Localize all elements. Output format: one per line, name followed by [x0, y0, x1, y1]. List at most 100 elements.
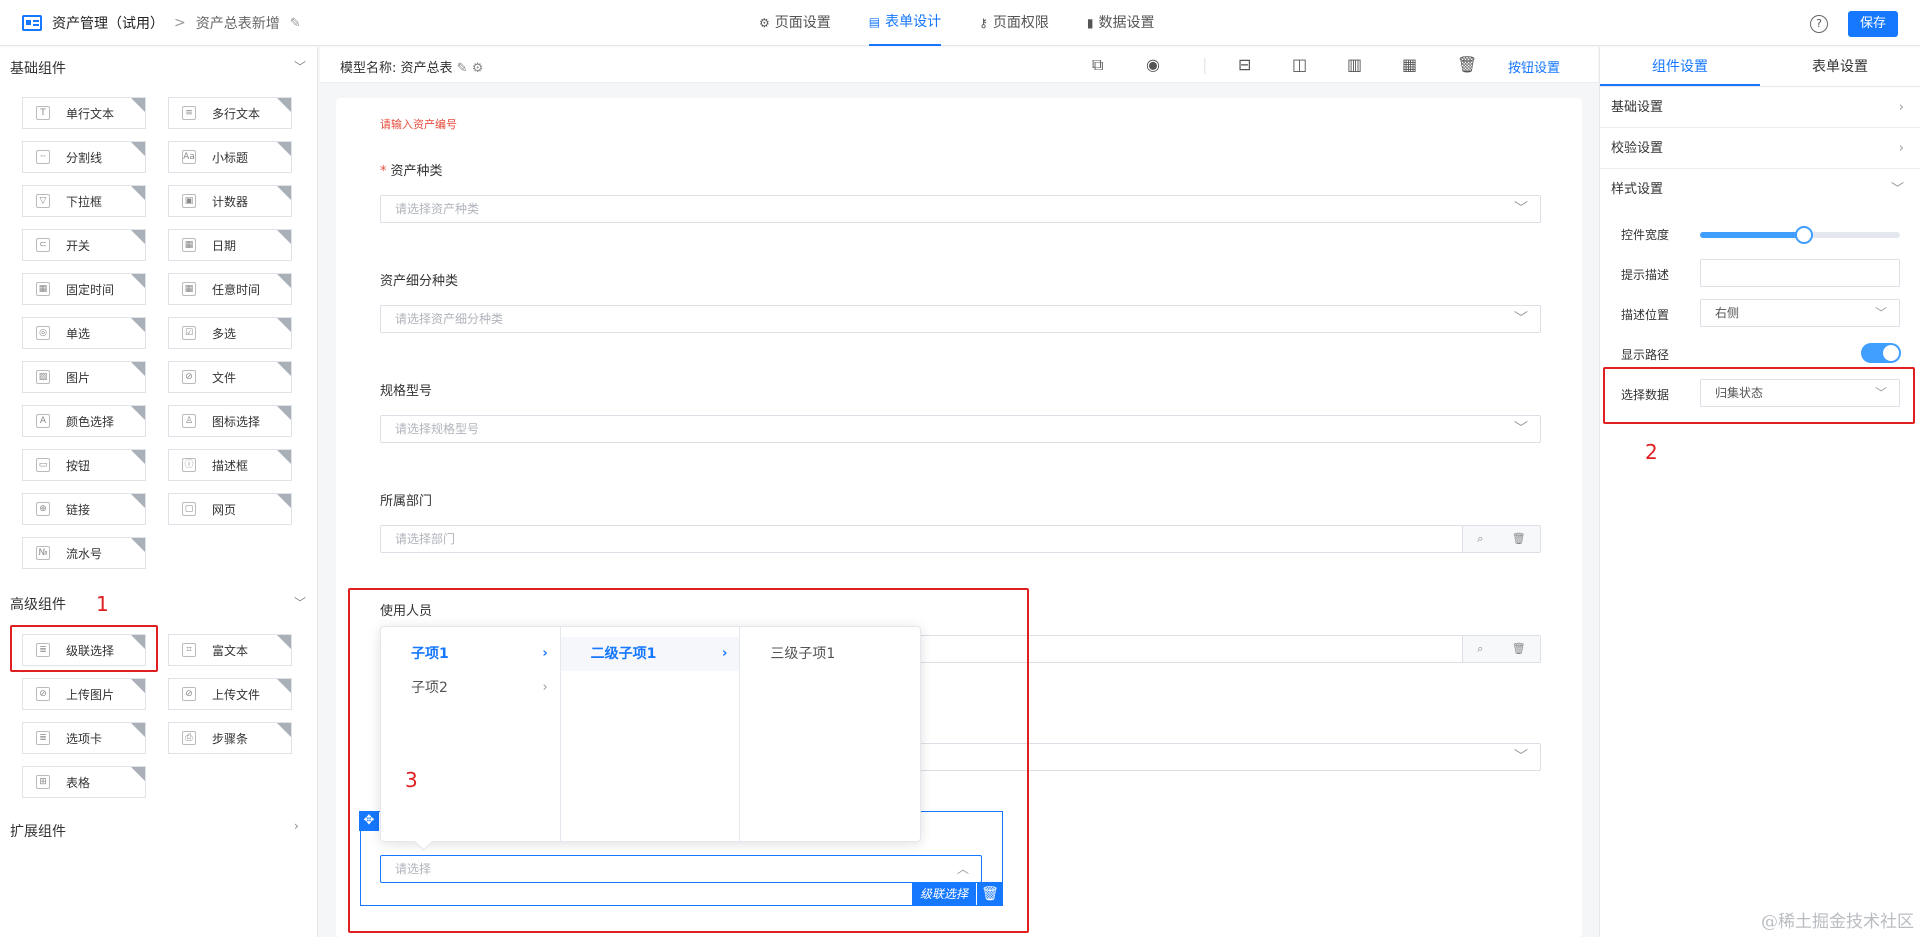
component-icon: ▨	[36, 370, 50, 384]
section-basic-settings[interactable]: 基础设置 ›	[1600, 87, 1920, 128]
app-title: 资产管理（试用）	[52, 16, 164, 32]
component-item[interactable]: ▦ 固定时间	[22, 273, 146, 305]
component-item[interactable]: Aa 小标题	[168, 141, 292, 173]
asset-type-select[interactable]: 请选择资产种类 ﹀	[380, 195, 1541, 223]
component-icon: ⎙	[182, 731, 196, 745]
edit-pencil-icon[interactable]: ✎	[457, 61, 468, 76]
chevron-right-icon[interactable]: ›	[294, 819, 299, 833]
group-title-basic[interactable]: 基础组件	[10, 58, 66, 78]
slider-fill	[1700, 232, 1804, 238]
component-item[interactable]: ▭ 按钮	[22, 449, 146, 481]
component-item[interactable]: ♙ 图标选择	[168, 405, 292, 437]
edit-pencil-icon[interactable]: ✎	[290, 16, 301, 31]
spec-model-select[interactable]: 请选择规格型号 ﹀	[380, 415, 1541, 443]
component-item[interactable]: ▦ 任意时间	[168, 273, 292, 305]
width-slider[interactable]	[1700, 226, 1900, 244]
component-label: 日期	[212, 238, 237, 253]
component-item[interactable]: ⊂ 开关	[22, 229, 146, 261]
component-item[interactable]: ▣ 计数器	[168, 185, 292, 217]
layout-3col-icon[interactable]: ▥	[1347, 55, 1362, 74]
select-placeholder: 请选择规格型号	[395, 422, 480, 436]
component-item[interactable]: A 颜色选择	[22, 405, 146, 437]
tab-component-settings[interactable]: 组件设置	[1600, 47, 1760, 86]
help-icon[interactable]: ?	[1809, 15, 1828, 33]
component-item[interactable]: ▦ 日期	[168, 229, 292, 261]
asset-subtype-select[interactable]: 请选择资产细分种类 ﹀	[380, 305, 1541, 333]
component-icon: ┄	[36, 150, 50, 164]
chevron-down-icon[interactable]: ﹀	[294, 58, 306, 75]
section-title: 校验设置	[1611, 141, 1664, 156]
component-label: 上传文件	[212, 687, 261, 702]
component-item[interactable]: ⊞ 表格	[22, 766, 146, 798]
tab-page-settings[interactable]: ⚙ 页面设置	[759, 0, 831, 46]
trash-icon[interactable]: 🗑	[1512, 636, 1526, 662]
tab-form-settings[interactable]: 表单设置	[1760, 47, 1920, 86]
slider-knob[interactable]	[1795, 226, 1813, 244]
annotation-number-1: 1	[96, 592, 109, 616]
component-item[interactable]: № 流水号	[22, 537, 146, 569]
top-bar: 资产管理（试用） > 资产总表新增 ✎ ⚙ 页面设置 ▤ 表单设计 ⚷ 页面权限 ▮ 数…	[0, 0, 1920, 46]
layout-2col-icon[interactable]: ◫	[1292, 55, 1307, 74]
component-item[interactable]: ⊘ 文件	[168, 361, 292, 393]
button-settings-link[interactable]: 按钮设置	[1508, 57, 1560, 76]
breadcrumb: 资产管理（试用） > 资产总表新增 ✎	[22, 13, 301, 33]
select-placeholder: 请选择资产种类	[395, 202, 480, 216]
component-item[interactable]: ▽ 下拉框	[22, 185, 146, 217]
component-icon: ⊘	[36, 687, 50, 701]
annotation-box-2	[1603, 367, 1915, 424]
component-item[interactable]: ⊘ 上传图片	[22, 678, 146, 710]
component-item[interactable]: ◎ 单选	[22, 317, 146, 349]
component-label: 图标选择	[212, 414, 261, 429]
trash-icon[interactable]: 🗑	[1457, 55, 1477, 74]
annotation-number-2: 2	[1645, 440, 1658, 464]
show-path-toggle[interactable]	[1861, 343, 1901, 363]
chevron-down-icon: ﹀	[1874, 306, 1887, 320]
component-item[interactable]: ☑ 多选	[168, 317, 292, 349]
tab-page-permission[interactable]: ⚷ 页面权限	[979, 0, 1049, 46]
component-item[interactable]: ▨ 图片	[22, 361, 146, 393]
hint-input[interactable]	[1700, 259, 1900, 287]
component-item[interactable]: ⊘ 上传文件	[168, 678, 292, 710]
component-item[interactable]: ⊕ 链接	[22, 493, 146, 525]
layout-4col-icon[interactable]: ▦	[1402, 55, 1417, 74]
field-label-asset-type: * 资产种类	[380, 160, 443, 179]
section-validation-settings[interactable]: 校验设置 ›	[1600, 128, 1920, 169]
component-item[interactable]: ▢ 网页	[168, 493, 292, 525]
field-label-spec-model: 规格型号	[380, 384, 433, 399]
component-icon: ⊕	[36, 502, 50, 516]
properties-panel: 组件设置 表单设置 基础设置 › 校验设置 › 样式设置 ﹀ 控件宽度 提示描述 描述…	[1599, 47, 1920, 937]
trash-icon[interactable]: 🗑	[1512, 526, 1526, 552]
component-label: 选项卡	[66, 731, 103, 746]
group-title-extension[interactable]: 扩展组件	[10, 821, 66, 841]
tab-data-settings[interactable]: ▮ 数据设置	[1087, 0, 1155, 46]
validation-error-text: 请输入资产编号	[380, 118, 457, 131]
save-button[interactable]: 保存	[1847, 11, 1898, 37]
component-item[interactable]: ⌗ 富文本	[168, 634, 292, 666]
section-style-settings[interactable]: 样式设置 ﹀	[1600, 169, 1920, 210]
prop-label-width: 控件宽度	[1621, 228, 1670, 242]
chevron-down-icon[interactable]: ﹀	[294, 594, 306, 611]
group-title-advanced[interactable]: 高级组件	[10, 594, 66, 614]
desc-position-select[interactable]: 右侧 ﹀	[1700, 299, 1900, 327]
component-item[interactable]: ⓘ 描述框	[168, 449, 292, 481]
component-item[interactable]: ≣ 选项卡	[22, 722, 146, 754]
component-label: 多选	[212, 326, 237, 341]
search-icon[interactable]: ⌕	[1477, 636, 1483, 662]
component-label: 富文本	[212, 643, 249, 658]
component-item[interactable]: ≡ 多行文本	[168, 97, 292, 129]
component-item[interactable]: ⎙ 步骤条	[168, 722, 292, 754]
component-item[interactable]: ┄ 分割线	[22, 141, 146, 173]
department-picker[interactable]: 请选择部门 ⌕ 🗑	[380, 525, 1541, 553]
component-item[interactable]: T 单行文本	[22, 97, 146, 129]
eye-icon[interactable]: ◉	[1146, 55, 1160, 74]
breadcrumb-page[interactable]: 资产总表新增	[196, 13, 280, 33]
top-tabs: ⚙ 页面设置 ▤ 表单设计 ⚷ 页面权限 ▮ 数据设置	[740, 0, 1174, 46]
component-icon: №	[36, 546, 50, 560]
gear-icon[interactable]: ⚙	[472, 61, 484, 76]
link-icon[interactable]: ⧉	[1092, 55, 1103, 75]
prop-label-show-path: 显示路径	[1621, 348, 1670, 362]
search-icon[interactable]: ⌕	[1477, 526, 1483, 552]
layout-1col-icon[interactable]: ⊟	[1238, 55, 1251, 74]
tab-form-design[interactable]: ▤ 表单设计	[868, 0, 942, 46]
app-logo-icon	[22, 15, 42, 31]
